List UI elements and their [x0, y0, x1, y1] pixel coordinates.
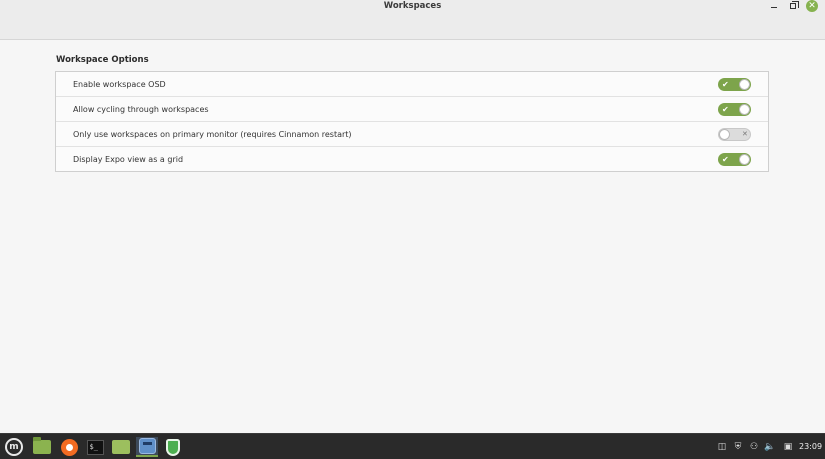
volume-icon: 🔈 [764, 442, 776, 452]
terminal-icon: $_ [86, 439, 104, 455]
files-launcher[interactable] [31, 437, 53, 457]
update-manager-button[interactable] [162, 437, 184, 457]
workspace-icon: ◫ [717, 442, 727, 452]
volume-tray[interactable]: 🔈 [764, 439, 776, 455]
folder-launcher[interactable] [110, 437, 132, 457]
update-manager-icon [166, 438, 180, 456]
clipboard-icon: ▣ [783, 442, 793, 452]
maximize-button[interactable] [786, 0, 800, 12]
system-settings-window-button[interactable] [136, 437, 158, 457]
mint-menu-icon: m [5, 438, 23, 456]
toggle-switch-primary-monitor[interactable]: ✕ [718, 128, 751, 141]
workspace-switcher[interactable]: ◫ [716, 439, 728, 455]
close-button[interactable]: ✕ [805, 0, 819, 13]
restore-icon [790, 1, 799, 9]
section-title: Workspace Options [56, 55, 149, 65]
switch-knob [739, 79, 750, 90]
system-settings-icon [138, 438, 156, 454]
update-tray[interactable]: ⛨ [732, 439, 744, 455]
taskbar: m $_ ◫ ⛨ ⚇ 🔈 ▣ 23:09 [0, 433, 825, 459]
files-icon [33, 437, 51, 454]
switch-knob [719, 129, 730, 140]
option-row-osd: Enable workspace OSD ✔ [56, 72, 768, 97]
window-title: Workspaces [383, 1, 442, 11]
check-icon: ✔ [722, 155, 729, 164]
clock[interactable]: 23:09 [799, 434, 822, 459]
toggle-switch-osd[interactable]: ✔ [718, 78, 751, 91]
toggle-switch-cycling[interactable]: ✔ [718, 103, 751, 116]
network-tray[interactable]: ⚇ [748, 439, 760, 455]
option-row-primary-monitor: Only use workspaces on primary monitor (… [56, 122, 768, 147]
option-label: Enable workspace OSD [73, 80, 166, 89]
option-label: Allow cycling through workspaces [73, 105, 209, 114]
option-row-expo-grid: Display Expo view as a grid ✔ [56, 147, 768, 172]
shield-icon: ⛨ [734, 442, 742, 452]
toggle-switch-expo-grid[interactable]: ✔ [718, 153, 751, 166]
check-icon: ✔ [722, 80, 729, 89]
switch-knob [739, 104, 750, 115]
clipboard-tray[interactable]: ▣ [782, 439, 794, 455]
option-row-cycling: Allow cycling through workspaces ✔ [56, 97, 768, 122]
minimize-button[interactable] [767, 0, 781, 12]
folder-icon [112, 440, 130, 454]
check-icon: ✔ [722, 105, 729, 114]
firefox-launcher[interactable] [58, 437, 80, 457]
cross-icon: ✕ [742, 130, 748, 138]
workspace-options-panel: Enable workspace OSD ✔ Allow cycling thr… [55, 71, 769, 172]
terminal-launcher[interactable]: $_ [84, 437, 106, 457]
title-bar: Workspaces ✕ [0, 0, 825, 40]
option-label: Only use workspaces on primary monitor (… [73, 130, 352, 139]
mint-menu-button[interactable]: m [3, 437, 25, 457]
close-icon: ✕ [806, 0, 818, 12]
option-label: Display Expo view as a grid [73, 155, 184, 164]
network-icon: ⚇ [749, 442, 759, 452]
minimize-icon [771, 7, 777, 8]
switch-knob [739, 154, 750, 165]
firefox-icon [60, 438, 78, 456]
